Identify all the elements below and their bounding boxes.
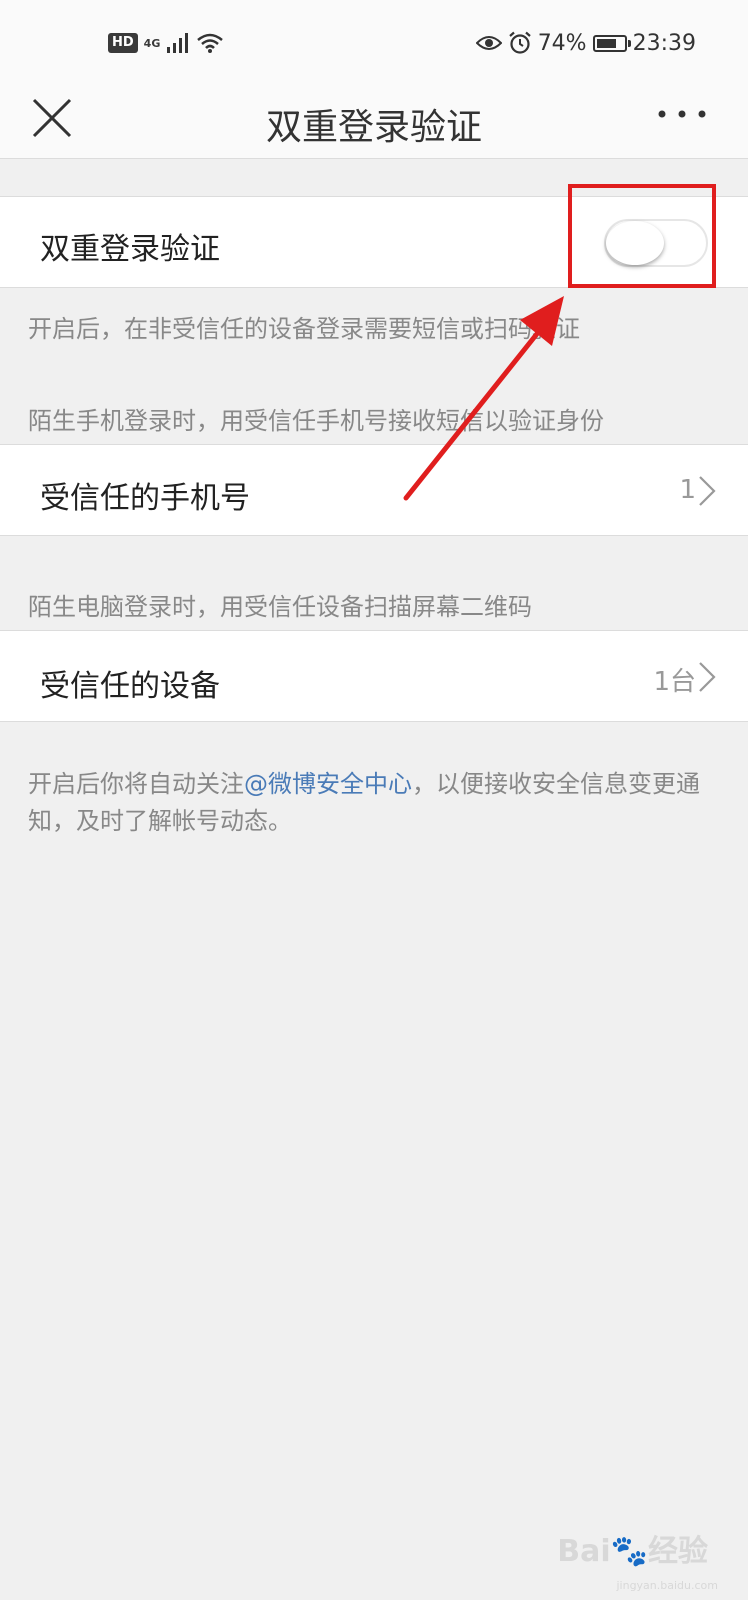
trusted-device-cell[interactable]: 受信任的设备 1台 [0, 630, 748, 722]
follow-note-prefix: 开启后你将自动关注 [28, 770, 244, 798]
watermark-logo: Bai🐾经验 [557, 1526, 708, 1570]
two-factor-description: 开启后，在非受信任的设备登录需要短信或扫码验证 [28, 315, 580, 343]
trusted-device-count: 1台 [653, 667, 696, 697]
signal-icon [167, 33, 189, 53]
security-center-link[interactable]: @微博安全中心 [244, 770, 412, 798]
watermark-logo-text: Bai [557, 1534, 611, 1569]
hd-badge: HD [108, 33, 138, 53]
clock-time: 23:39 [632, 30, 696, 56]
two-factor-label: 双重登录验证 [40, 232, 220, 267]
annotation-highlight-box [568, 184, 716, 288]
trusted-phone-count: 1 [679, 475, 696, 505]
more-icon [658, 110, 706, 118]
eye-icon [475, 36, 502, 50]
chevron-right-icon [699, 476, 716, 506]
page-title: 双重登录验证 [265, 107, 482, 148]
status-right: 74% 23:39 [475, 26, 696, 60]
battery-percent: 74% [537, 30, 587, 56]
trusted-phone-label: 受信任的手机号 [40, 481, 250, 516]
trusted-device-label: 受信任的设备 [40, 669, 220, 704]
watermark-text: 经验 [648, 1534, 708, 1569]
nav-bar: 双重登录验证 [0, 86, 748, 159]
trusted-phone-cell[interactable]: 受信任的手机号 1 [0, 444, 748, 536]
more-button[interactable] [656, 104, 708, 124]
battery-fill [596, 38, 616, 48]
trusted-phone-hint: 陌生手机登录时，用受信任手机号接收短信以验证身份 [28, 407, 604, 435]
network-type: 4G [143, 36, 161, 50]
battery-icon [592, 34, 631, 52]
status-bar: HD 4G 74% 23:39 [0, 0, 748, 86]
watermark-paw-icon: 🐾 [610, 1534, 648, 1569]
alarm-icon [508, 31, 531, 54]
trusted-device-hint: 陌生电脑登录时，用受信任设备扫描屏幕二维码 [28, 593, 532, 621]
status-left: HD 4G [108, 28, 224, 58]
follow-note: 开启后你将自动关注@微博安全中心，以便接收安全信息变更通知，及时了解帐号动态。 [28, 766, 708, 840]
chevron-right-icon [699, 662, 716, 692]
watermark-url: jingyan.baidu.com [616, 1579, 718, 1592]
wifi-icon [197, 33, 224, 53]
